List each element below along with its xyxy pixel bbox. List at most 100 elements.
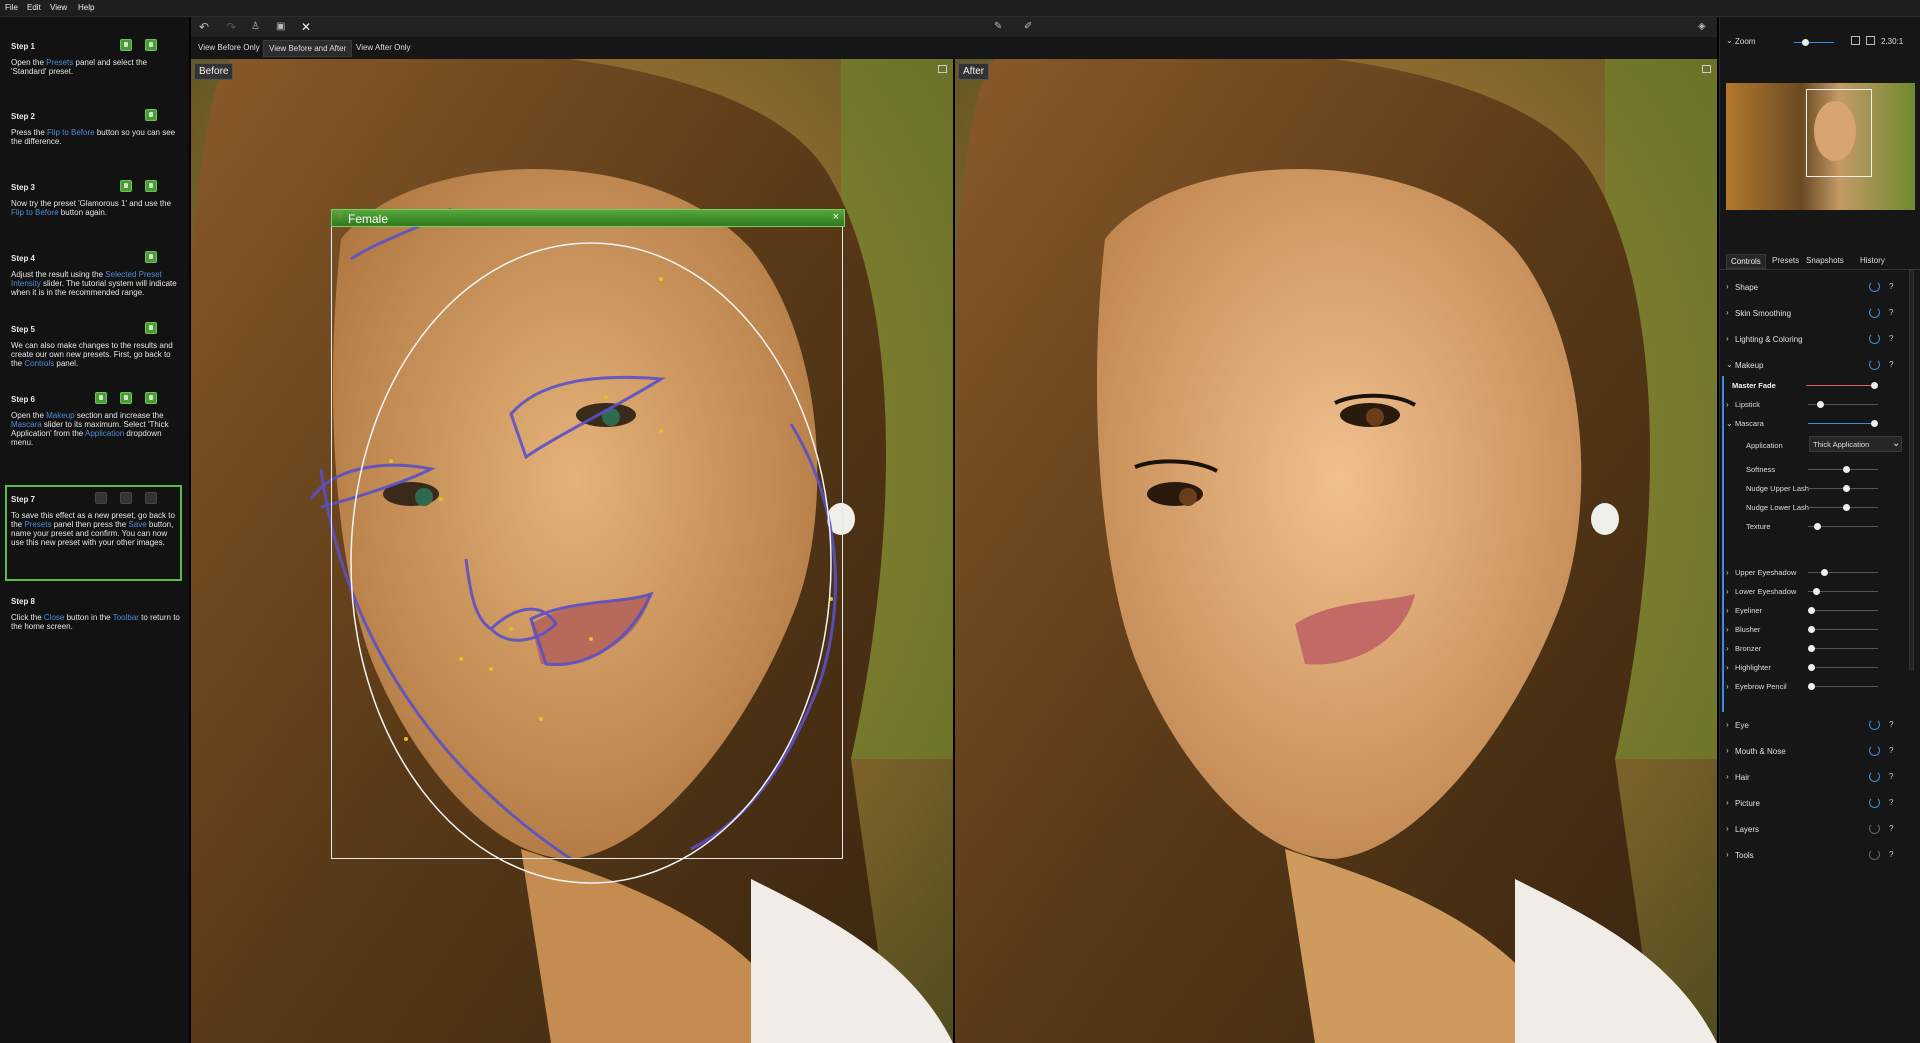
menu-edit[interactable]: Edit bbox=[27, 3, 41, 12]
chevron-right-icon[interactable]: › bbox=[1726, 282, 1729, 291]
maximize-after-icon[interactable]: . bbox=[1702, 65, 1711, 73]
help-icon[interactable]: ? bbox=[1889, 824, 1893, 833]
face-box-close-button[interactable]: × bbox=[833, 211, 839, 223]
help-icon[interactable]: ? bbox=[1889, 850, 1893, 859]
mascara-texture-slider[interactable]: Texture bbox=[1726, 518, 1916, 538]
power-icon[interactable] bbox=[1869, 719, 1880, 730]
section-eye[interactable]: › Eye? bbox=[1726, 716, 1916, 736]
step-action-icon[interactable] bbox=[145, 392, 157, 404]
chevron-right-icon[interactable]: › bbox=[1726, 625, 1729, 634]
master-fade-slider-track[interactable] bbox=[1806, 382, 1878, 389]
step-action-icon[interactable] bbox=[120, 392, 132, 404]
chevron-right-icon[interactable]: › bbox=[1726, 334, 1729, 343]
brush-icon[interactable]: ✎ bbox=[994, 20, 1002, 34]
lower-eyeshadow-slider-knob[interactable] bbox=[1813, 588, 1821, 595]
after-view[interactable]: After . bbox=[955, 59, 1717, 1043]
mascara-texture-slider-track[interactable] bbox=[1808, 523, 1878, 530]
master-fade-slider-knob[interactable] bbox=[1871, 382, 1878, 389]
actual-size-icon[interactable] bbox=[1866, 36, 1875, 45]
chevron-down-icon[interactable]: ⌄ bbox=[1892, 438, 1900, 449]
lipstick-slider[interactable]: › Lipstick bbox=[1726, 396, 1916, 416]
mascara-nudge-upper-lash-slider[interactable]: Nudge Upper Lash bbox=[1726, 480, 1916, 500]
tab-before-only[interactable]: View Before Only bbox=[193, 40, 265, 57]
power-icon[interactable] bbox=[1869, 333, 1880, 344]
zoom-slider-knob[interactable] bbox=[1802, 39, 1809, 46]
section-mouth-nose[interactable]: › Mouth & Nose? bbox=[1726, 742, 1916, 762]
help-icon[interactable]: ? bbox=[1889, 360, 1893, 369]
face-box-header[interactable]: ♀ Female × bbox=[331, 209, 845, 227]
menu-file[interactable]: File bbox=[5, 3, 18, 12]
lower-eyeshadow-slider-track[interactable] bbox=[1808, 588, 1878, 595]
power-icon[interactable] bbox=[1869, 849, 1880, 860]
blusher-slider-track[interactable] bbox=[1808, 626, 1878, 633]
menu-help[interactable]: Help bbox=[78, 3, 94, 12]
chevron-down-icon[interactable]: ⌄ bbox=[1726, 360, 1733, 369]
eyebrow-pencil-slider-track[interactable] bbox=[1808, 683, 1878, 690]
eraser-icon[interactable]: ✐ bbox=[1024, 20, 1032, 34]
navigator-viewport[interactable] bbox=[1806, 89, 1872, 177]
face-detect-icon[interactable]: ♙ bbox=[251, 20, 260, 34]
mascara-slider-track[interactable] bbox=[1808, 420, 1878, 427]
menu-view[interactable]: View bbox=[50, 3, 67, 12]
power-icon[interactable] bbox=[1869, 745, 1880, 756]
tab-snapshots[interactable]: Snapshots bbox=[1806, 256, 1844, 265]
tab-history[interactable]: History bbox=[1860, 256, 1885, 265]
eyebrow-pencil-slider[interactable]: › Eyebrow Pencil bbox=[1726, 678, 1916, 698]
undo-icon[interactable]: ↶ bbox=[199, 20, 209, 34]
chevron-right-icon[interactable]: › bbox=[1726, 798, 1729, 807]
chevron-right-icon[interactable]: › bbox=[1726, 772, 1729, 781]
chevron-right-icon[interactable]: › bbox=[1726, 644, 1729, 653]
tab-after-only[interactable]: View After Only bbox=[351, 40, 416, 57]
help-icon[interactable]: ? bbox=[1889, 772, 1893, 781]
maximize-before-icon[interactable]: . bbox=[938, 65, 947, 73]
step-action-icon[interactable] bbox=[145, 180, 157, 192]
power-icon[interactable] bbox=[1869, 823, 1880, 834]
fit-icon[interactable] bbox=[1851, 36, 1860, 45]
lipstick-slider-knob[interactable] bbox=[1817, 401, 1825, 408]
mascara-softness-slider-knob[interactable] bbox=[1842, 466, 1850, 473]
bronzer-slider-track[interactable] bbox=[1808, 645, 1878, 652]
help-icon[interactable]: ? bbox=[1889, 334, 1893, 343]
step-action-icon[interactable] bbox=[95, 392, 107, 404]
section-makeup[interactable]: ⌄ Makeup? bbox=[1726, 356, 1916, 376]
tab-controls[interactable]: Controls bbox=[1726, 254, 1766, 269]
section-lighting-coloring[interactable]: › Lighting & Coloring? bbox=[1726, 330, 1916, 350]
mascara-nudge-lower-lash-slider[interactable]: Nudge Lower Lash bbox=[1726, 499, 1916, 519]
chevron-right-icon[interactable]: ⌄ bbox=[1726, 419, 1733, 428]
chevron-right-icon[interactable]: › bbox=[1726, 400, 1729, 409]
section-hair[interactable]: › Hair? bbox=[1726, 768, 1916, 788]
chevron-down-icon[interactable]: ⌄ bbox=[1726, 36, 1733, 45]
power-icon[interactable] bbox=[1869, 359, 1880, 370]
close-icon[interactable]: ✕ bbox=[301, 20, 311, 34]
eyebrow-pencil-slider-knob[interactable] bbox=[1808, 683, 1815, 690]
section-skin-smoothing[interactable]: › Skin Smoothing? bbox=[1726, 304, 1916, 324]
help-icon[interactable]: ? bbox=[1889, 746, 1893, 755]
help-icon[interactable]: ? bbox=[1889, 282, 1893, 291]
mascara-slider[interactable]: ⌄ Mascara bbox=[1726, 415, 1916, 435]
master-fade-slider[interactable]: Master Fade bbox=[1726, 377, 1916, 397]
eyeliner-slider-knob[interactable] bbox=[1808, 607, 1815, 614]
section-tools[interactable]: › Tools? bbox=[1726, 846, 1916, 866]
zoom-slider[interactable] bbox=[1794, 39, 1834, 46]
tab-presets[interactable]: Presets bbox=[1772, 256, 1799, 265]
chevron-right-icon[interactable]: › bbox=[1726, 308, 1729, 317]
chevron-right-icon[interactable]: › bbox=[1726, 606, 1729, 615]
step-action-icon[interactable] bbox=[145, 492, 157, 504]
chevron-right-icon[interactable]: › bbox=[1726, 850, 1729, 859]
step-action-icon[interactable] bbox=[120, 492, 132, 504]
application-dropdown[interactable]: Thick Application ⌄ bbox=[1809, 436, 1902, 452]
controls-scrollbar[interactable] bbox=[1909, 270, 1914, 670]
step-action-icon[interactable] bbox=[145, 109, 157, 121]
eyeliner-slider[interactable]: › Eyeliner bbox=[1726, 602, 1916, 622]
power-icon[interactable] bbox=[1869, 281, 1880, 292]
bronzer-slider[interactable]: › Bronzer bbox=[1726, 640, 1916, 660]
step-action-icon[interactable] bbox=[95, 492, 107, 504]
step-action-icon[interactable] bbox=[145, 322, 157, 334]
bronzer-slider-knob[interactable] bbox=[1808, 645, 1815, 652]
chevron-right-icon[interactable]: › bbox=[1726, 682, 1729, 691]
step-action-icon[interactable] bbox=[145, 39, 157, 51]
power-icon[interactable] bbox=[1869, 797, 1880, 808]
section-layers[interactable]: › Layers? bbox=[1726, 820, 1916, 840]
chevron-right-icon[interactable]: › bbox=[1726, 746, 1729, 755]
power-icon[interactable] bbox=[1869, 307, 1880, 318]
